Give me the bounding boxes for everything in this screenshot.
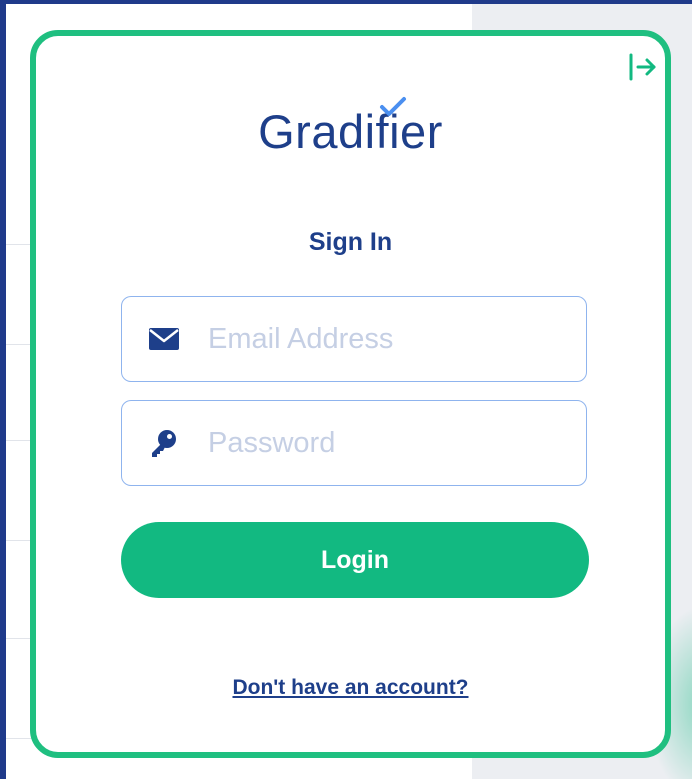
exit-button[interactable] xyxy=(625,50,659,84)
key-icon xyxy=(146,425,182,461)
logout-arrow-icon xyxy=(629,53,656,81)
logo-text: Gradifier xyxy=(258,105,443,158)
password-field[interactable] xyxy=(121,400,587,486)
sign-in-popup: Gradifier Sign In Login Don't have an xyxy=(30,30,671,758)
email-input[interactable] xyxy=(208,322,568,356)
password-input[interactable] xyxy=(208,426,568,460)
login-button[interactable]: Login xyxy=(121,522,589,598)
signup-link-container: Don't have an account? xyxy=(36,676,665,700)
checkmark-icon xyxy=(380,97,407,116)
gradifier-logo: Gradifier xyxy=(36,97,665,164)
envelope-icon xyxy=(146,321,182,357)
email-field[interactable] xyxy=(121,296,587,382)
signup-link[interactable]: Don't have an account? xyxy=(232,676,468,699)
sign-in-title: Sign In xyxy=(308,228,393,256)
